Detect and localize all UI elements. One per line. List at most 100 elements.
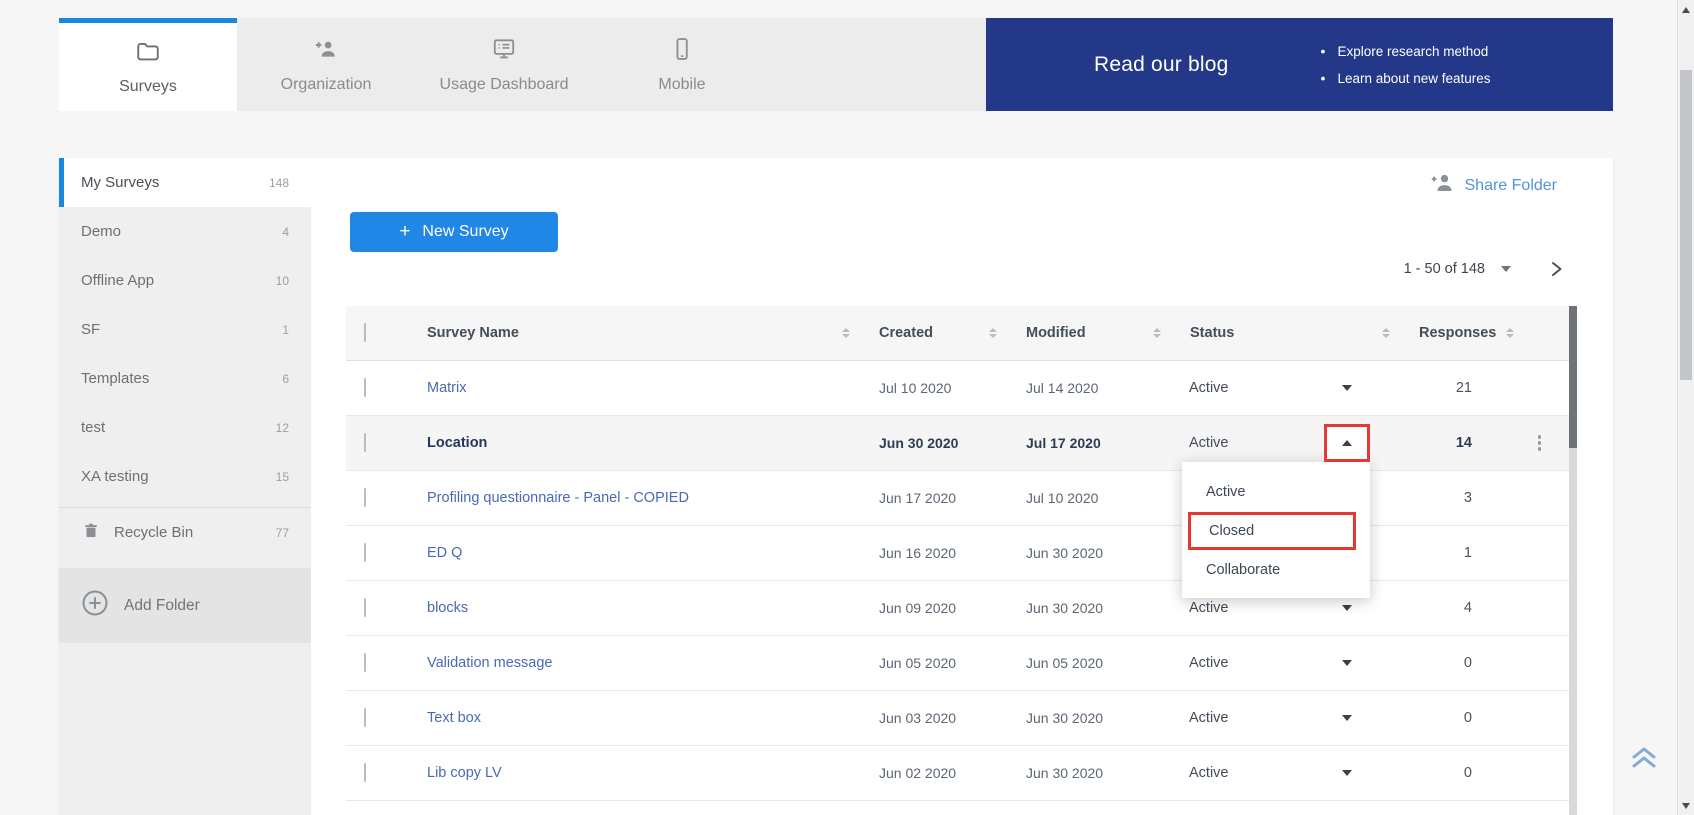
created-date: Jun 05 2020 — [862, 655, 1009, 671]
row-checkbox[interactable] — [364, 598, 366, 617]
responses-count: 3 — [1402, 490, 1510, 506]
next-page-button[interactable] — [1547, 260, 1565, 278]
status-caret-icon[interactable] — [1342, 715, 1352, 721]
survey-name-link[interactable]: blocks — [410, 600, 862, 616]
folder-count: 6 — [282, 372, 289, 386]
survey-name-link[interactable]: Location — [410, 435, 862, 451]
status-option[interactable]: Active — [1182, 472, 1370, 512]
sidebar-folder-item[interactable]: test 12 — [59, 403, 311, 452]
status-label: Active — [1189, 655, 1229, 671]
table-scrollbar[interactable] — [1569, 306, 1577, 815]
status-cell[interactable]: Active — [1173, 361, 1402, 415]
folder-count: 148 — [269, 176, 289, 190]
folder-label: XA testing — [81, 468, 149, 485]
tab-usage-dashboard[interactable]: Usage Dashboard — [415, 18, 593, 111]
status-option[interactable]: Closed — [1188, 512, 1356, 550]
recycle-bin-label: Recycle Bin — [114, 524, 193, 541]
row-checkbox[interactable] — [364, 653, 366, 672]
created-date: Jun 09 2020 — [862, 600, 1009, 616]
banner-bullets: Explore research method Learn about new … — [1321, 43, 1491, 86]
row-checkbox[interactable] — [364, 708, 366, 727]
created-date: Jun 30 2020 — [862, 435, 1009, 451]
plus-icon: + — [399, 221, 410, 243]
add-folder-label: Add Folder — [124, 597, 200, 615]
scrollbar-up-arrow[interactable] — [1682, 7, 1690, 13]
folder-count: 1 — [282, 323, 289, 337]
sidebar-folder-item[interactable]: SF 1 — [59, 305, 311, 354]
created-date: Jun 17 2020 — [862, 490, 1009, 506]
table-row: Matrix Jul 10 2020 Jul 14 2020 Active 21 — [346, 361, 1569, 416]
status-cell[interactable]: Active — [1173, 691, 1402, 745]
sort-icon[interactable] — [1506, 328, 1514, 338]
status-cell[interactable]: Active — [1173, 636, 1402, 690]
table-row: Validation message Jun 05 2020 Jun 05 20… — [346, 636, 1569, 691]
page-size-caret-icon[interactable] — [1501, 266, 1511, 272]
new-survey-button[interactable]: + New Survey — [350, 212, 558, 252]
status-caret-icon[interactable] — [1342, 385, 1352, 391]
survey-name-link[interactable]: Validation message — [410, 655, 862, 671]
status-caret-highlighted[interactable] — [1324, 424, 1370, 462]
circle-plus-icon — [81, 589, 109, 622]
folders-sidebar: My Surveys 148 Demo 4 Offline App 10 SF … — [59, 158, 311, 815]
tab-surveys[interactable]: Surveys — [59, 18, 237, 111]
survey-name-link[interactable]: ED Q — [410, 545, 862, 561]
sidebar-item-recycle-bin[interactable]: Recycle Bin 77 — [59, 508, 311, 557]
table-scrollbar-thumb[interactable] — [1569, 306, 1577, 448]
created-date: Jun 16 2020 — [862, 545, 1009, 561]
folder-count: 15 — [276, 470, 289, 484]
row-checkbox[interactable] — [364, 543, 366, 562]
status-caret-icon[interactable] — [1342, 605, 1352, 611]
survey-name-link[interactable]: Matrix — [410, 380, 862, 396]
row-checkbox[interactable] — [364, 433, 366, 452]
tab-organization[interactable]: Organization — [237, 18, 415, 111]
modified-date: Jul 10 2020 — [1009, 490, 1173, 506]
sidebar-folder-item[interactable]: Templates 6 — [59, 354, 311, 403]
folder-label: test — [81, 419, 105, 436]
scroll-to-top-button[interactable] — [1628, 744, 1660, 777]
status-option[interactable]: Collaborate — [1182, 550, 1370, 590]
blog-banner[interactable]: Read our blog Explore research method Le… — [986, 18, 1613, 111]
row-menu-icon[interactable] — [1534, 431, 1546, 455]
status-caret-icon[interactable] — [1342, 770, 1352, 776]
responses-count: 0 — [1402, 655, 1510, 671]
folder-count: 12 — [276, 421, 289, 435]
col-status: Status — [1190, 325, 1234, 341]
row-checkbox[interactable] — [364, 763, 366, 782]
pagination-range: 1 - 50 of 148 — [1404, 261, 1485, 277]
status-caret-icon[interactable] — [1342, 660, 1352, 666]
add-folder-button[interactable]: Add Folder — [59, 568, 311, 643]
table-row: Lib copy LV Jun 02 2020 Jun 30 2020 Acti… — [346, 746, 1569, 801]
content-card: My Surveys 148 Demo 4 Offline App 10 SF … — [59, 158, 1613, 815]
folder-count: 4 — [282, 225, 289, 239]
sort-icon[interactable] — [1382, 328, 1390, 338]
sort-icon[interactable] — [989, 328, 997, 338]
sidebar-folder-item[interactable]: Offline App 10 — [59, 256, 311, 305]
caret-up-icon — [1342, 440, 1352, 446]
table-header-row: Survey Name Created Modified Status Resp… — [346, 306, 1569, 361]
responses-count: 0 — [1402, 710, 1510, 726]
browser-scrollbar[interactable] — [1677, 0, 1694, 815]
scrollbar-thumb[interactable] — [1680, 70, 1692, 380]
survey-name-link[interactable]: Lib copy LV — [410, 765, 862, 781]
sidebar-folder-item[interactable]: Demo 4 — [59, 207, 311, 256]
modified-date: Jun 05 2020 — [1009, 655, 1173, 671]
select-all-checkbox[interactable] — [364, 323, 366, 342]
status-cell[interactable]: Active — [1173, 746, 1402, 800]
tab-mobile[interactable]: Mobile — [593, 18, 771, 111]
sort-icon[interactable] — [1153, 328, 1161, 338]
tab-label: Surveys — [119, 78, 177, 96]
survey-name-link[interactable]: Text box — [410, 710, 862, 726]
add-people-icon — [313, 36, 339, 67]
sort-icon[interactable] — [842, 328, 850, 338]
row-checkbox[interactable] — [364, 378, 366, 397]
sidebar-folder-item[interactable]: XA testing 15 — [59, 452, 311, 501]
row-checkbox[interactable] — [364, 488, 366, 507]
share-folder-button[interactable]: Share Folder — [1429, 171, 1558, 200]
modified-date: Jun 30 2020 — [1009, 710, 1173, 726]
status-dropdown-menu: Active Closed Collaborate — [1182, 462, 1370, 598]
survey-name-link[interactable]: Profiling questionnaire - Panel - COPIED — [410, 490, 862, 506]
created-date: Jun 03 2020 — [862, 710, 1009, 726]
scrollbar-down-arrow[interactable] — [1682, 803, 1690, 809]
sidebar-folder-item[interactable]: My Surveys 148 — [59, 158, 311, 207]
status-label: Active — [1189, 600, 1229, 616]
